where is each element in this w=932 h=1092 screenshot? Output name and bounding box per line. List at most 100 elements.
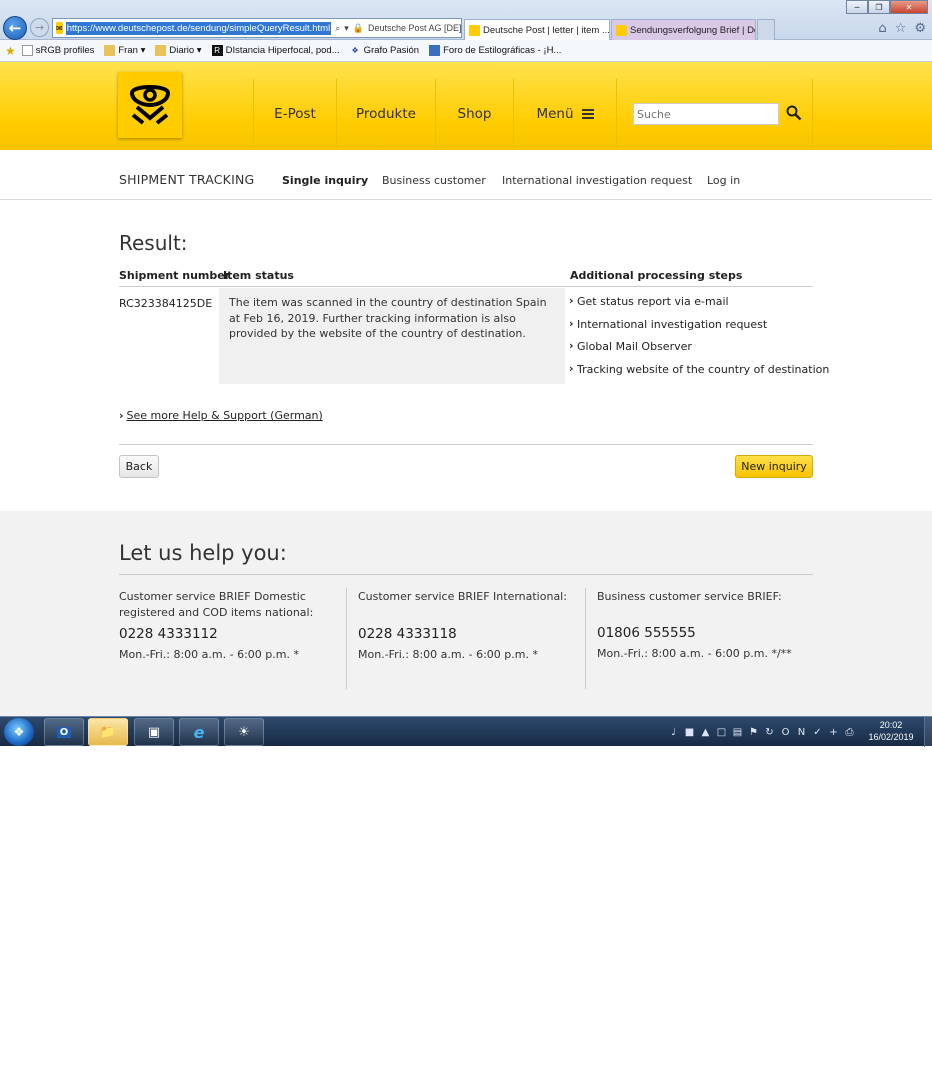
search-icon[interactable] bbox=[785, 104, 803, 122]
search-field[interactable] bbox=[633, 103, 779, 125]
contact-label: registered and COD items national: bbox=[119, 606, 314, 619]
shipment-number: RC323384125DE bbox=[119, 297, 213, 310]
close-window-button[interactable]: ✕ bbox=[890, 0, 928, 14]
tray-app-icon[interactable]: ▲ bbox=[700, 727, 711, 738]
tab-log-in[interactable]: Log in bbox=[707, 174, 740, 187]
nav-shop[interactable]: Shop bbox=[435, 79, 513, 149]
step-label: Get status report via e-mail bbox=[577, 295, 729, 308]
contact-phone[interactable]: 0228 4333112 bbox=[119, 626, 339, 642]
step-link-investigation-request[interactable]: › International investigation request bbox=[569, 317, 829, 341]
favorites-star-icon[interactable]: ★ bbox=[5, 44, 16, 58]
tab-sendungsverfolgung[interactable]: Sendungsverfolgung Brief | De... bbox=[611, 19, 756, 40]
tray-app-icon[interactable]: □ bbox=[716, 727, 727, 738]
favorites-star-icon[interactable]: ☆ bbox=[895, 21, 907, 36]
maximize-button[interactable]: ❐ bbox=[868, 0, 890, 14]
taskbar-outlook[interactable]: O bbox=[44, 718, 84, 746]
printer-icon[interactable]: ⎙ bbox=[844, 727, 855, 738]
site-icon: ❖ bbox=[351, 46, 359, 55]
minimize-button[interactable]: ─ bbox=[846, 0, 868, 14]
favorite-label: sRGB profiles bbox=[35, 45, 95, 56]
windows-taskbar: ❖ O 📁 ▣ e ☀ ♩ ■ ▲ □ ▤ ⚑ ↻ O N ✓ + ⎙ 20:0… bbox=[0, 716, 932, 747]
favorite-label: Fran bbox=[118, 45, 138, 56]
nav-produkte[interactable]: Produkte bbox=[336, 79, 435, 149]
step-link-email-report[interactable]: › Get status report via e-mail bbox=[569, 294, 829, 318]
favorite-item[interactable]: sRGB profiles bbox=[21, 45, 95, 56]
favorite-item[interactable]: ❖ Grafo Pasión bbox=[350, 45, 420, 56]
column-divider bbox=[585, 588, 586, 689]
step-link-destination-tracking[interactable]: › Tracking website of the country of dest… bbox=[569, 362, 830, 386]
tab-single-inquiry[interactable]: Single inquiry bbox=[282, 174, 368, 187]
help-divider bbox=[119, 574, 813, 575]
dropdown-icon: ▾ bbox=[196, 45, 202, 56]
chevron-right-icon: › bbox=[569, 339, 574, 353]
nav-label: E-Post bbox=[274, 106, 316, 122]
favorite-folder[interactable]: Fran ▾ bbox=[104, 45, 145, 56]
image-icon: ▣ bbox=[147, 724, 161, 740]
step-link-global-mail-observer[interactable]: › Global Mail Observer bbox=[569, 339, 829, 363]
tab-favicon-icon bbox=[469, 24, 480, 36]
column-header-processing-steps: Additional processing steps bbox=[570, 269, 743, 282]
taskbar-paint[interactable]: ☀ bbox=[224, 718, 264, 746]
search-icon[interactable]: ⌕ bbox=[335, 23, 340, 34]
taskbar-photo-viewer[interactable]: ▣ bbox=[134, 718, 174, 746]
dropdown-icon[interactable]: ▾ bbox=[344, 23, 349, 34]
search-input[interactable] bbox=[634, 104, 778, 124]
favorite-label: DIstancia Hiperfocal, pod... bbox=[225, 45, 340, 56]
folder-icon bbox=[155, 45, 167, 56]
nav-label: Shop bbox=[457, 106, 492, 122]
clock-time: 20:02 bbox=[879, 720, 903, 730]
contact-phone[interactable]: 01806 555555 bbox=[597, 625, 813, 641]
nav-menu[interactable]: Menü bbox=[513, 79, 617, 149]
page-icon bbox=[21, 45, 33, 56]
network-icon[interactable]: ▤ bbox=[732, 727, 743, 738]
tab-business-customer[interactable]: Business customer bbox=[382, 174, 486, 187]
check-icon[interactable]: ✓ bbox=[812, 727, 823, 738]
home-icon[interactable]: ⌂ bbox=[878, 21, 886, 36]
forward-button[interactable]: → bbox=[30, 18, 49, 37]
deutsche-post-logo[interactable] bbox=[118, 72, 182, 138]
start-button[interactable]: ❖ bbox=[4, 718, 34, 746]
add-icon[interactable]: + bbox=[828, 727, 839, 738]
sub-navigation: SHIPMENT TRACKING Single inquiry Busines… bbox=[0, 150, 932, 200]
new-inquiry-button[interactable]: New inquiry bbox=[735, 455, 813, 478]
settings-gear-icon[interactable]: ⚙ bbox=[914, 21, 926, 36]
address-bar[interactable]: ✉ https://www.deutschepost.de/sendung/si… bbox=[52, 18, 482, 38]
contact-hours: Mon.-Fri.: 8:00 a.m. - 6:00 p.m. * bbox=[119, 648, 299, 661]
url-text[interactable]: https://www.deutschepost.de/sendung/simp… bbox=[65, 21, 332, 35]
site-favicon-icon: ✉ bbox=[56, 22, 63, 34]
favorite-item[interactable]: Foro de Estilográficas - ¡H... bbox=[429, 45, 561, 56]
tab-deutsche-post[interactable]: Deutsche Post | letter | item ... × bbox=[464, 19, 610, 40]
site-identity[interactable]: Deutsche Post AG [DE] bbox=[368, 23, 462, 33]
contact-label: Customer service BRIEF International: bbox=[358, 590, 567, 603]
site-icon bbox=[429, 45, 441, 56]
volume-icon[interactable]: ♩ bbox=[668, 727, 679, 738]
contact-hours: Mon.-Fri.: 8:00 a.m. - 6:00 p.m. * bbox=[358, 648, 538, 661]
tab-international-investigation[interactable]: International investigation request bbox=[502, 174, 692, 187]
flag-icon[interactable]: ⚑ bbox=[748, 727, 759, 738]
header-divider bbox=[119, 286, 813, 287]
nav-e-post[interactable]: E-Post bbox=[253, 79, 336, 149]
step-label: Tracking website of the country of desti… bbox=[577, 363, 830, 377]
site-icon: R bbox=[211, 45, 223, 56]
taskbar-internet-explorer[interactable]: e bbox=[179, 718, 219, 746]
back-button[interactable]: ← bbox=[3, 16, 27, 40]
contact-phone[interactable]: 0228 4333118 bbox=[358, 626, 578, 642]
arrow-right-icon: → bbox=[34, 21, 45, 34]
tray-app-icon[interactable]: N bbox=[796, 727, 807, 738]
favorite-folder[interactable]: Diario ▾ bbox=[155, 45, 202, 56]
outlook-icon: O bbox=[56, 726, 72, 738]
lock-icon[interactable]: 🔒 bbox=[353, 23, 364, 34]
new-tab-button[interactable] bbox=[757, 19, 775, 40]
windows-logo-icon: ❖ bbox=[13, 725, 25, 739]
help-support-link[interactable]: › See more Help & Support (German) bbox=[119, 409, 323, 422]
sync-icon[interactable]: ↻ bbox=[764, 727, 775, 738]
outlook-tray-icon[interactable]: O bbox=[780, 727, 791, 738]
folder-icon bbox=[104, 45, 116, 56]
system-clock[interactable]: 20:02 16/02/2019 bbox=[862, 719, 920, 743]
back-button[interactable]: Back bbox=[119, 455, 159, 478]
show-desktop-button[interactable] bbox=[924, 717, 932, 747]
section-title: SHIPMENT TRACKING bbox=[119, 172, 255, 187]
taskbar-explorer[interactable]: 📁 bbox=[88, 718, 128, 746]
tray-app-icon[interactable]: ■ bbox=[684, 727, 695, 738]
favorite-item[interactable]: R DIstancia Hiperfocal, pod... bbox=[211, 45, 340, 56]
